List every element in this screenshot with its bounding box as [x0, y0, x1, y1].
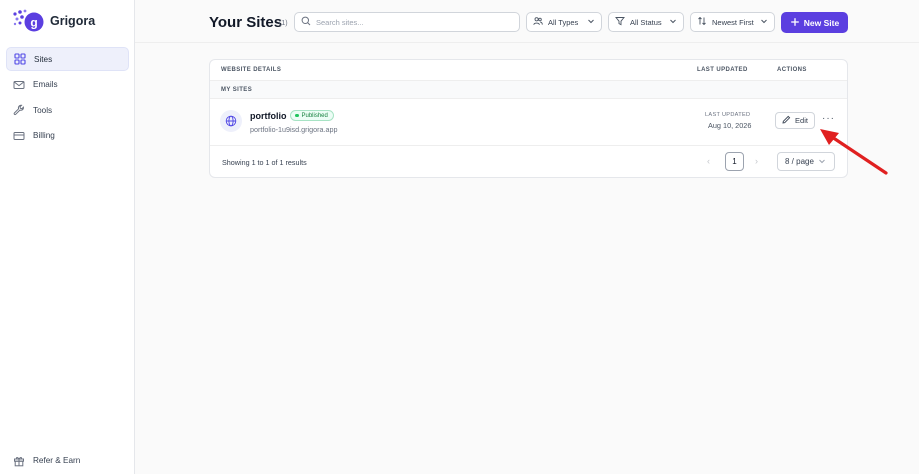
chevron-down-icon: [760, 17, 768, 27]
sites-count: (1): [279, 20, 288, 27]
edit-label: Edit: [795, 116, 808, 125]
group-label: MY SITES: [221, 87, 253, 93]
mail-icon: [12, 78, 25, 91]
status-badge: Published: [290, 110, 334, 121]
page-header: Your Sites (1) All Types All Status Newe…: [135, 0, 919, 43]
sidebar-item-sites[interactable]: Sites: [6, 47, 129, 71]
status-dot: [295, 113, 299, 118]
status-filter-label: All Status: [630, 17, 662, 27]
gift-icon: [12, 454, 25, 467]
svg-text:g: g: [30, 16, 37, 30]
sort-label: Newest First: [712, 17, 754, 27]
results-summary: Showing 1 to 1 of 1 results: [222, 158, 307, 167]
last-updated-label: LAST UPDATED: [705, 112, 751, 118]
search-input[interactable]: [316, 17, 506, 27]
status-label: Published: [301, 112, 328, 119]
grid-icon: [13, 53, 26, 66]
status-filter-dropdown[interactable]: All Status: [608, 12, 684, 32]
sidebar-item-label: Tools: [33, 105, 53, 115]
refer-and-earn-link[interactable]: Refer & Earn: [12, 454, 80, 467]
chevron-right-icon[interactable]: ›: [755, 156, 758, 166]
last-updated-date: Aug 10, 2026: [708, 121, 752, 130]
refer-and-earn-label: Refer & Earn: [33, 456, 81, 465]
sort-icon: [697, 16, 707, 28]
sidebar-item-emails[interactable]: Emails: [6, 73, 129, 97]
sidebar-item-label: Sites: [34, 54, 53, 64]
sort-dropdown[interactable]: Newest First: [690, 12, 775, 32]
app-logo[interactable]: g Grigora: [12, 9, 95, 33]
chevron-down-icon: [669, 17, 677, 27]
pencil-icon: [782, 115, 791, 126]
globe-icon: [220, 110, 242, 132]
sidebar-item-label: Billing: [33, 131, 55, 141]
site-url[interactable]: portfolio-1u9isd.grigora.app: [250, 125, 338, 134]
filter-icon: [615, 16, 625, 28]
more-options-icon[interactable]: ···: [822, 113, 835, 124]
annotation-arrow-icon: [820, 129, 888, 175]
table-row[interactable]: portfolio Published portfolio-1u9isd.gri…: [210, 99, 847, 146]
wrench-icon: [12, 104, 25, 117]
sidebar-item-tools[interactable]: Tools: [6, 98, 129, 122]
sidebar-item-label: Emails: [33, 80, 58, 90]
sites-table: WEBSITE DETAILS LAST UPDATED ACTIONS MY …: [209, 59, 848, 178]
site-name[interactable]: portfolio: [250, 111, 287, 121]
sidebar-nav: Sites Emails Tools Billing: [6, 47, 129, 149]
group-header-my-sites: MY SITES: [210, 81, 847, 99]
grigora-logo-icon: g: [13, 9, 44, 32]
search-box[interactable]: [294, 12, 520, 32]
plus-icon: [790, 17, 800, 29]
type-filter-dropdown[interactable]: All Types: [526, 12, 602, 32]
edit-button[interactable]: Edit: [775, 112, 815, 129]
pagination: Showing 1 to 1 of 1 results ‹ 1 › 8 / pa…: [210, 146, 847, 177]
column-last-updated: LAST UPDATED: [697, 67, 748, 73]
sidebar-item-billing[interactable]: Billing: [6, 124, 129, 148]
chevron-down-icon: [587, 17, 595, 27]
column-actions: ACTIONS: [777, 67, 807, 73]
page-size-label: 8 / page: [785, 157, 814, 166]
type-filter-label: All Types: [548, 17, 579, 27]
chevron-left-icon[interactable]: ‹: [707, 156, 710, 166]
page-number-button[interactable]: 1: [725, 152, 744, 171]
users-icon: [533, 16, 543, 28]
table-header: WEBSITE DETAILS LAST UPDATED ACTIONS: [210, 60, 847, 81]
search-icon: [301, 13, 311, 31]
new-site-label: New Site: [803, 17, 840, 28]
credit-card-icon: [12, 129, 25, 142]
column-website-details: WEBSITE DETAILS: [221, 67, 282, 73]
app-name: Grigora: [50, 14, 96, 28]
page-title: Your Sites: [209, 14, 283, 31]
sidebar: g Grigora Sites Emails Tools Billing Ref…: [0, 0, 135, 474]
new-site-button[interactable]: New Site: [781, 12, 848, 33]
